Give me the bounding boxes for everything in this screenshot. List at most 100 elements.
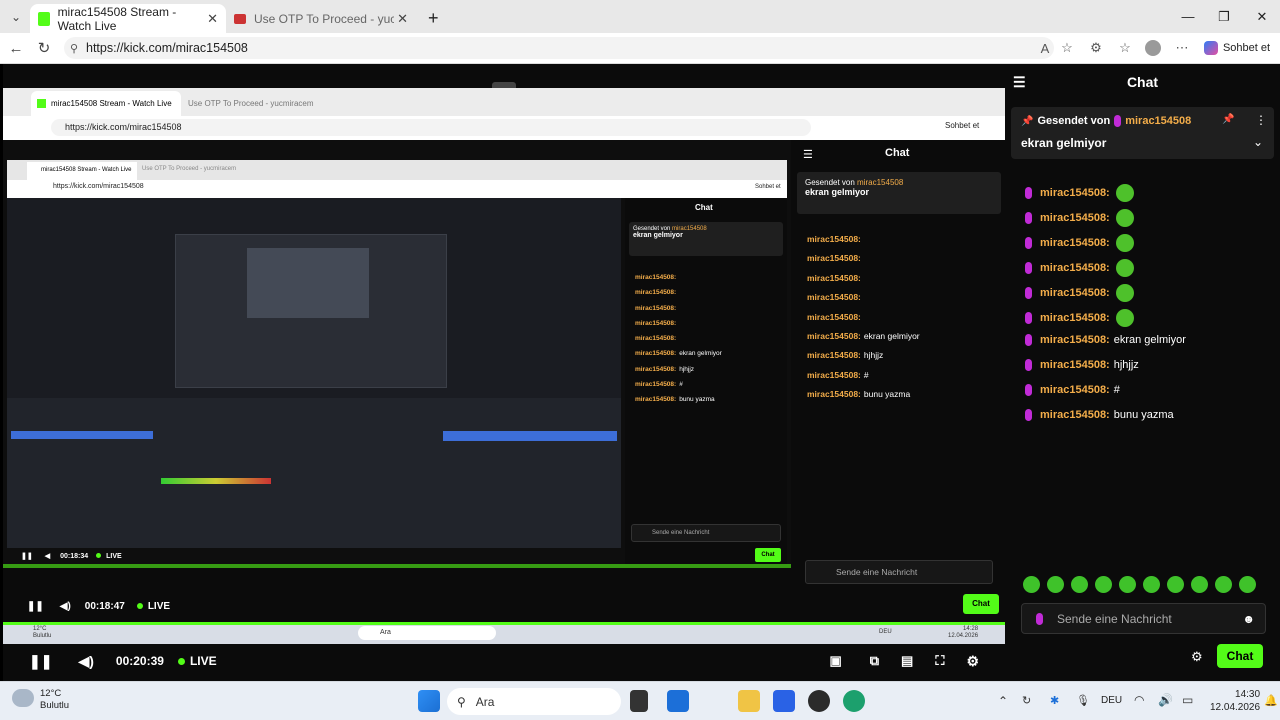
emote-icon[interactable] — [1215, 576, 1232, 593]
task-view-icon[interactable] — [630, 690, 648, 712]
battery-icon[interactable]: ▭ — [1182, 693, 1193, 707]
edge-browser-icon[interactable] — [843, 690, 865, 712]
close-tab-icon[interactable]: ✕ — [207, 11, 218, 27]
emote-icon[interactable] — [1143, 576, 1160, 593]
new-tab-button[interactable]: + — [420, 4, 447, 33]
read-aloud-icon[interactable]: A — [1034, 33, 1056, 63]
tab-list-icon[interactable]: ⌄ — [4, 2, 28, 32]
nested-chat-message: mirac154508: — [807, 288, 920, 307]
obs-icon[interactable] — [808, 690, 830, 712]
settings-gear-icon[interactable]: ⚙ — [966, 653, 979, 670]
chat-title: Chat — [1126, 74, 1159, 90]
clip-icon[interactable]: ▤ — [901, 653, 913, 669]
chat-username[interactable]: mirac154508: — [1040, 187, 1110, 199]
maximize-icon[interactable]: ❐ — [1206, 0, 1242, 33]
pause-icon: ❚❚ — [27, 600, 44, 612]
emote-icon[interactable] — [1167, 576, 1184, 593]
bluetooth-icon[interactable]: ✱ — [1050, 694, 1059, 707]
nested-chat-message: mirac154508: — [635, 331, 722, 346]
minimize-icon[interactable]: — — [1170, 0, 1206, 33]
chat-username[interactable]: mirac154508: — [1040, 287, 1110, 299]
emote-icon[interactable] — [1071, 576, 1088, 593]
weather-widget[interactable]: 12°C Bulutlu — [40, 688, 69, 712]
back-icon[interactable]: ← — [4, 33, 28, 63]
url-field[interactable]: ⚲ https://kick.com/mirac154508 — [64, 37, 1054, 59]
nested-chat-username: mirac154508: — [635, 289, 677, 297]
more-menu-icon[interactable]: ⋯ — [1171, 33, 1193, 63]
chat-username[interactable]: mirac154508: — [1040, 409, 1110, 421]
favorite-star-icon[interactable]: ☆ — [1056, 33, 1078, 63]
nested-addrbar-1: https://kick.com/mirac154508 Sohbet et — [3, 116, 1005, 140]
close-window-icon[interactable]: ✕ — [1244, 0, 1280, 33]
obs-docks — [7, 398, 621, 548]
emoji-picker-icon[interactable]: ☻ — [1242, 612, 1255, 626]
tab-title: mirac154508 Stream - Watch Live — [57, 4, 177, 33]
theater-mode-icon[interactable]: ▣ — [829, 653, 841, 669]
video-player[interactable]: mirac154508 Stream - Watch Live Use OTP … — [3, 64, 1005, 681]
chat-username[interactable]: mirac154508: — [1040, 359, 1110, 371]
windows-taskbar: 12°C Bulutlu ⚲ Ara ⌃ ↻ ✱ 🎙 DEU ◠ 🔊 ▭ 14:… — [0, 681, 1280, 720]
notifications-icon[interactable]: 🔔 — [1264, 694, 1278, 707]
chat-send-button[interactable]: Chat — [1217, 644, 1263, 668]
file-explorer-icon[interactable] — [738, 690, 760, 712]
chat-username[interactable]: mirac154508: — [1040, 312, 1110, 324]
wifi-icon[interactable]: ◠ — [1134, 693, 1144, 707]
pinned-more-icon[interactable]: ⋮ — [1255, 113, 1267, 127]
profile-avatar[interactable] — [1142, 33, 1164, 63]
chat-username[interactable]: mirac154508: — [1040, 384, 1110, 396]
fullscreen-icon[interactable]: ⛶ — [935, 653, 944, 669]
emote-icon[interactable] — [1023, 576, 1040, 593]
chat-input-placeholder: Sende eine Nachricht — [1057, 611, 1172, 626]
reload-icon[interactable]: ↻ — [32, 33, 56, 63]
volume-icon[interactable]: 🔊 — [1158, 693, 1173, 707]
tab-title: Use OTP To Proceed - yucmiracem — [254, 11, 394, 26]
nested-chat-message: mirac154508: # — [807, 366, 920, 385]
emote-icon[interactable] — [1095, 576, 1112, 593]
emote-icon[interactable] — [1119, 576, 1136, 593]
chat-username[interactable]: mirac154508: — [1040, 334, 1110, 346]
chat-emote-icon — [1115, 284, 1134, 302]
nested-chat-username: mirac154508: — [807, 350, 861, 361]
chat-username[interactable]: mirac154508: — [1040, 237, 1110, 249]
nested-chat-username: mirac154508: — [635, 304, 677, 312]
weather-cloud-icon[interactable] — [12, 689, 34, 707]
pinned-text: ekran gelmiyor — [805, 187, 870, 197]
site-info-icon[interactable]: ⚲ — [70, 42, 78, 55]
pinned-message[interactable]: 📌 Gesendet von mirac154508 ekran gelmiyo… — [1011, 107, 1274, 159]
chat-message: mirac154508: hjhjjz — [1025, 359, 1139, 371]
chat-input[interactable]: Sende eine Nachricht ☻ — [1021, 603, 1266, 634]
tab-stream[interactable]: mirac154508 Stream - Watch Live ✕ — [30, 4, 226, 33]
collapse-chat-icon[interactable]: ☰ — [1013, 74, 1026, 91]
nested-tab-title: Use OTP To Proceed - yucmiracem — [188, 99, 314, 108]
nested-chat-2: Chat Gesendet von mirac154508 ekran gelm… — [625, 198, 787, 564]
tray-app-icon[interactable]: ↻ — [1022, 694, 1031, 707]
language-indicator[interactable]: DEU — [1101, 695, 1122, 706]
copilot-button[interactable]: Sohbet et — [1202, 33, 1272, 63]
live-dot — [177, 657, 185, 665]
favorites-icon[interactable]: ☆ — [1114, 33, 1136, 63]
clock[interactable]: 14:30 12.04.2026 — [1210, 688, 1260, 714]
app-icon[interactable] — [773, 690, 795, 712]
store-icon[interactable] — [667, 690, 689, 712]
chat-username[interactable]: mirac154508: — [1040, 262, 1110, 274]
volume-button[interactable]: ◀) — [78, 653, 93, 670]
close-tab-icon[interactable]: ✕ — [397, 11, 408, 27]
search-label: Ara — [475, 694, 495, 709]
mic-tray-icon[interactable]: 🎙 — [1076, 694, 1090, 707]
start-windows-icon[interactable] — [418, 690, 440, 712]
taskbar-search[interactable]: ⚲ Ara — [447, 688, 621, 715]
unpin-icon[interactable]: 📌 — [1222, 114, 1234, 125]
emote-icon[interactable] — [1191, 576, 1208, 593]
pinned-expand-icon[interactable]: ⌄ — [1253, 135, 1263, 149]
chat-username[interactable]: mirac154508: — [1040, 212, 1110, 224]
tray-overflow-icon[interactable]: ⌃ — [998, 694, 1008, 708]
chat-settings-icon[interactable]: ⚙ — [1191, 649, 1203, 665]
tab-otp[interactable]: Use OTP To Proceed - yucmiracem ✕ — [226, 4, 416, 33]
pip-icon[interactable]: ⧉ — [870, 653, 879, 669]
pause-button[interactable]: ❚❚ — [29, 653, 52, 670]
extensions-icon[interactable]: ⚙ — [1085, 33, 1107, 63]
emote-icon[interactable] — [1239, 576, 1256, 593]
emote-icon[interactable] — [1047, 576, 1064, 593]
pinned-prefix: Gesendet von — [805, 178, 855, 187]
weather-desc: Bulutlu — [40, 700, 70, 711]
